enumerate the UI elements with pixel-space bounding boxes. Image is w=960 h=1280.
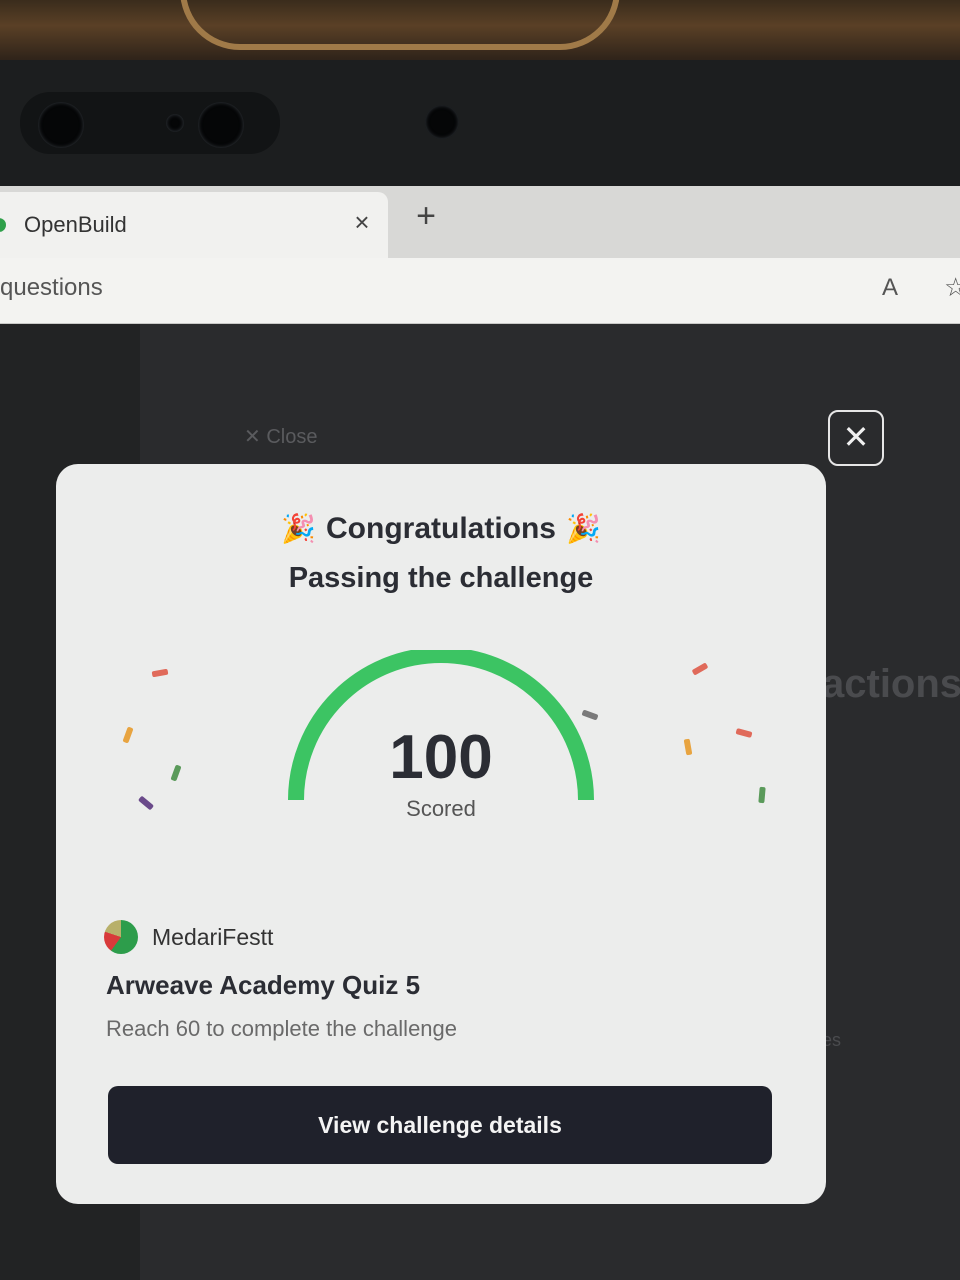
confetti-piece — [691, 662, 709, 676]
confetti-piece — [151, 668, 169, 678]
background-close-link: ✕ Close — [244, 426, 318, 448]
modal-close-button[interactable]: ✕ — [828, 410, 884, 466]
basket-decoration — [180, 0, 620, 50]
score-value: 100 — [389, 723, 493, 792]
avatar — [104, 920, 138, 954]
background-heading: actions — [822, 662, 960, 706]
desk-background — [0, 0, 960, 64]
author-name: MedariFestt — [152, 924, 274, 950]
quiz-title: Arweave Academy Quiz 5 — [106, 970, 421, 1000]
result-modal: 🎉 Congratulations 🎉 Passing the challenge … — [56, 464, 826, 1204]
address-bar[interactable]: questions A ☆ — [0, 258, 960, 324]
camera-sensor — [198, 102, 244, 148]
plus-icon[interactable]: + — [410, 199, 442, 233]
view-challenge-details-button[interactable]: View challenge details — [108, 1086, 772, 1164]
close-icon[interactable]: × — [348, 208, 376, 236]
openbuild-favicon-icon — [0, 218, 6, 232]
close-icon: ✕ — [842, 419, 870, 455]
browser-tab[interactable]: OpenBuild × — [0, 192, 388, 258]
camera-sensor — [425, 105, 459, 139]
star-icon[interactable]: ☆ — [944, 272, 960, 303]
tab-title: OpenBuild — [24, 212, 127, 237]
modal-title: 🎉 Congratulations 🎉 — [56, 512, 826, 546]
camera-sensor — [166, 114, 184, 132]
camera-sensor — [38, 102, 84, 148]
read-aloud-icon[interactable]: A — [882, 274, 898, 302]
quiz-requirement: Reach 60 to complete the challenge — [106, 1016, 458, 1041]
party-popper-icon: 🎉 — [566, 513, 601, 544]
address-text[interactable]: questions — [0, 274, 103, 302]
modal-subtitle: Passing the challenge — [288, 562, 594, 594]
title-text: Congratulations — [326, 512, 556, 545]
score-label: Scored — [406, 796, 476, 821]
party-popper-icon: 🎉 — [281, 513, 316, 544]
browser-tab-strip: OpenBuild × + — [0, 186, 960, 258]
camera-bar — [20, 92, 280, 154]
laptop-bezel — [0, 60, 960, 192]
